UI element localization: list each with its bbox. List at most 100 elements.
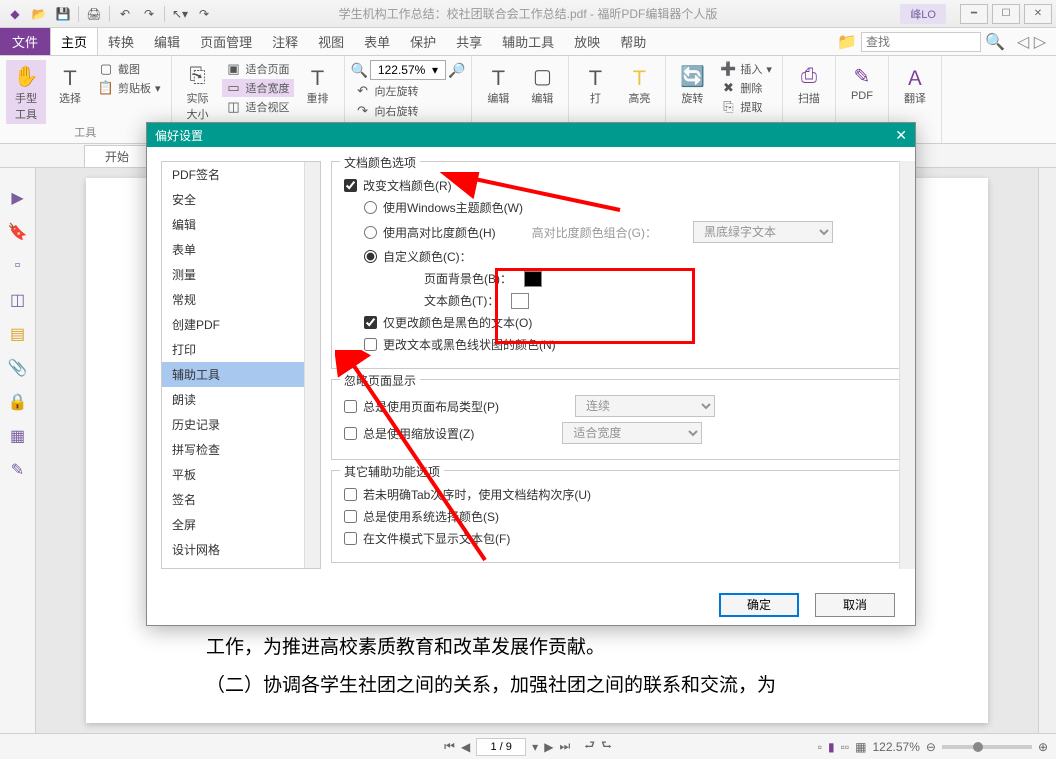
- page-dropdown-icon[interactable]: ▾: [532, 740, 538, 754]
- attachments-icon[interactable]: 📎: [8, 358, 28, 378]
- delete-page-button[interactable]: ✖删除: [716, 79, 776, 97]
- text-color-swatch[interactable]: [511, 293, 529, 309]
- menu-page[interactable]: 页面管理: [190, 28, 262, 55]
- zoom-in-status-icon[interactable]: ⊕: [1038, 740, 1048, 754]
- dialog-content-scrollbar[interactable]: [899, 161, 915, 569]
- dialog-close-button[interactable]: ✕: [895, 127, 907, 144]
- menu-home[interactable]: 主页: [50, 28, 98, 55]
- hand-tool-button[interactable]: ✋手型 工具: [6, 60, 46, 124]
- change-line-checkbox[interactable]: [364, 338, 377, 351]
- typewriter-button[interactable]: Ｔ打: [575, 60, 615, 108]
- ok-button[interactable]: 确定: [719, 593, 799, 617]
- insert-page-button[interactable]: ➕插入▾: [716, 60, 776, 78]
- dialog-sidebar-item[interactable]: 测量: [162, 262, 320, 287]
- dialog-sidebar-item[interactable]: 打印: [162, 337, 320, 362]
- change-doc-color-checkbox[interactable]: [344, 179, 357, 192]
- nav-back-icon[interactable]: ⮐: [584, 736, 595, 757]
- next-page-icon[interactable]: ▶: [544, 740, 553, 754]
- zoom-in-icon[interactable]: 🔎: [448, 62, 465, 79]
- reflow-button[interactable]: Ｔ重排: [298, 60, 338, 108]
- zoom-slider[interactable]: [942, 745, 1032, 749]
- select-tool-button[interactable]: Ｔ选择: [50, 60, 90, 108]
- menu-comment[interactable]: 注释: [262, 28, 308, 55]
- minimize-button[interactable]: ━: [960, 4, 988, 24]
- tab-start[interactable]: 开始: [84, 145, 150, 167]
- save-icon[interactable]: 💾: [52, 3, 74, 25]
- print-icon[interactable]: 🖨: [83, 3, 105, 25]
- close-button[interactable]: ✕: [1024, 4, 1052, 24]
- view-cont-icon[interactable]: ▮: [828, 740, 835, 754]
- pdf-sign-button[interactable]: ✎PDF: [842, 60, 882, 104]
- edit-obj-button[interactable]: ▢编辑: [522, 60, 562, 108]
- translate-button[interactable]: Ａ翻译: [895, 60, 935, 108]
- fit-page-button[interactable]: ▣适合页面: [222, 60, 294, 78]
- clipboard-button[interactable]: 📋剪贴板▾: [94, 79, 165, 97]
- vertical-scrollbar[interactable]: [1038, 168, 1056, 733]
- view-single-icon[interactable]: ▫: [818, 740, 822, 754]
- dialog-sidebar-item[interactable]: 身份信息: [162, 562, 320, 569]
- collapse-ribbon-icon[interactable]: ◁ ▷: [1017, 32, 1046, 52]
- folder-search-icon[interactable]: 📁: [837, 32, 857, 52]
- dialog-sidebar-item[interactable]: 朗读: [162, 387, 320, 412]
- menu-slideshow[interactable]: 放映: [564, 28, 610, 55]
- signatures-icon[interactable]: ✎: [8, 460, 28, 480]
- expand-icon[interactable]: ▶: [8, 188, 28, 208]
- use-windows-radio[interactable]: [364, 201, 377, 214]
- prev-page-icon[interactable]: ◀: [461, 740, 470, 754]
- dialog-sidebar-item[interactable]: 平板: [162, 462, 320, 487]
- page-bg-color-swatch[interactable]: [524, 271, 542, 287]
- menu-protect[interactable]: 保护: [400, 28, 446, 55]
- first-page-icon[interactable]: ⏮: [444, 739, 455, 754]
- file-menu[interactable]: 文件: [0, 28, 50, 55]
- last-page-icon[interactable]: ⏭: [559, 739, 570, 754]
- zoom-out-status-icon[interactable]: ⊖: [926, 740, 936, 754]
- menu-help[interactable]: 帮助: [610, 28, 656, 55]
- menu-edit[interactable]: 编辑: [144, 28, 190, 55]
- zoom-out-icon[interactable]: 🔍: [351, 62, 368, 79]
- sys-color-checkbox[interactable]: [344, 510, 357, 523]
- dialog-sidebar-scrollbar[interactable]: [304, 162, 320, 568]
- security-icon[interactable]: 🔒: [8, 392, 28, 412]
- menu-form[interactable]: 表单: [354, 28, 400, 55]
- always-zoom-checkbox[interactable]: [344, 427, 357, 440]
- undo-icon[interactable]: ↶: [114, 3, 136, 25]
- search-input[interactable]: [861, 32, 981, 52]
- dialog-sidebar-item[interactable]: 创建PDF: [162, 312, 320, 337]
- dialog-sidebar-item[interactable]: 常规: [162, 287, 320, 312]
- menu-convert[interactable]: 转换: [98, 28, 144, 55]
- highlight-button[interactable]: Ｔ高亮: [619, 60, 659, 108]
- comments-icon[interactable]: ▤: [8, 324, 28, 344]
- redo2-icon[interactable]: ↷: [193, 3, 215, 25]
- user-badge[interactable]: 峰LO: [900, 4, 946, 24]
- rotate-right-button[interactable]: ↷向右旋转: [351, 102, 466, 120]
- rotate-page-button[interactable]: 🔄旋转: [672, 60, 712, 108]
- actual-size-button[interactable]: ⎘实际 大小: [178, 60, 218, 124]
- edit-text-button[interactable]: Ｔ编辑: [478, 60, 518, 108]
- zoom-input[interactable]: [370, 60, 446, 80]
- page-input[interactable]: [476, 738, 526, 756]
- menu-share[interactable]: 共享: [446, 28, 492, 55]
- search-icon[interactable]: 🔍: [985, 32, 1005, 52]
- dialog-sidebar-item[interactable]: 设计网格: [162, 537, 320, 562]
- cursor-dropdown-icon[interactable]: ↖▾: [169, 3, 191, 25]
- use-contrast-radio[interactable]: [364, 226, 377, 239]
- dialog-sidebar-item[interactable]: 表单: [162, 237, 320, 262]
- file-mode-checkbox[interactable]: [344, 532, 357, 545]
- tab-order-checkbox[interactable]: [344, 488, 357, 501]
- view-facing-icon[interactable]: ▫▫: [841, 740, 850, 754]
- open-icon[interactable]: 📂: [28, 3, 50, 25]
- bookmark-icon[interactable]: 🔖: [8, 222, 28, 242]
- menu-accessibility[interactable]: 辅助工具: [492, 28, 564, 55]
- redo-icon[interactable]: ↷: [138, 3, 160, 25]
- cancel-button[interactable]: 取消: [815, 593, 895, 617]
- fit-width-button[interactable]: ▭适合宽度: [222, 79, 294, 97]
- dialog-sidebar-item[interactable]: 辅助工具: [162, 362, 320, 387]
- layers-icon[interactable]: ◫: [8, 290, 28, 310]
- menu-view[interactable]: 视图: [308, 28, 354, 55]
- nav-fwd-icon[interactable]: ⮑: [601, 736, 612, 757]
- dialog-sidebar-item[interactable]: 编辑: [162, 212, 320, 237]
- pages-icon[interactable]: ▫: [8, 256, 28, 276]
- extract-page-button[interactable]: ⎘提取: [716, 98, 776, 116]
- snapshot-button[interactable]: ▢截图: [94, 60, 165, 78]
- fit-visible-button[interactable]: ◫适合视区: [222, 98, 294, 116]
